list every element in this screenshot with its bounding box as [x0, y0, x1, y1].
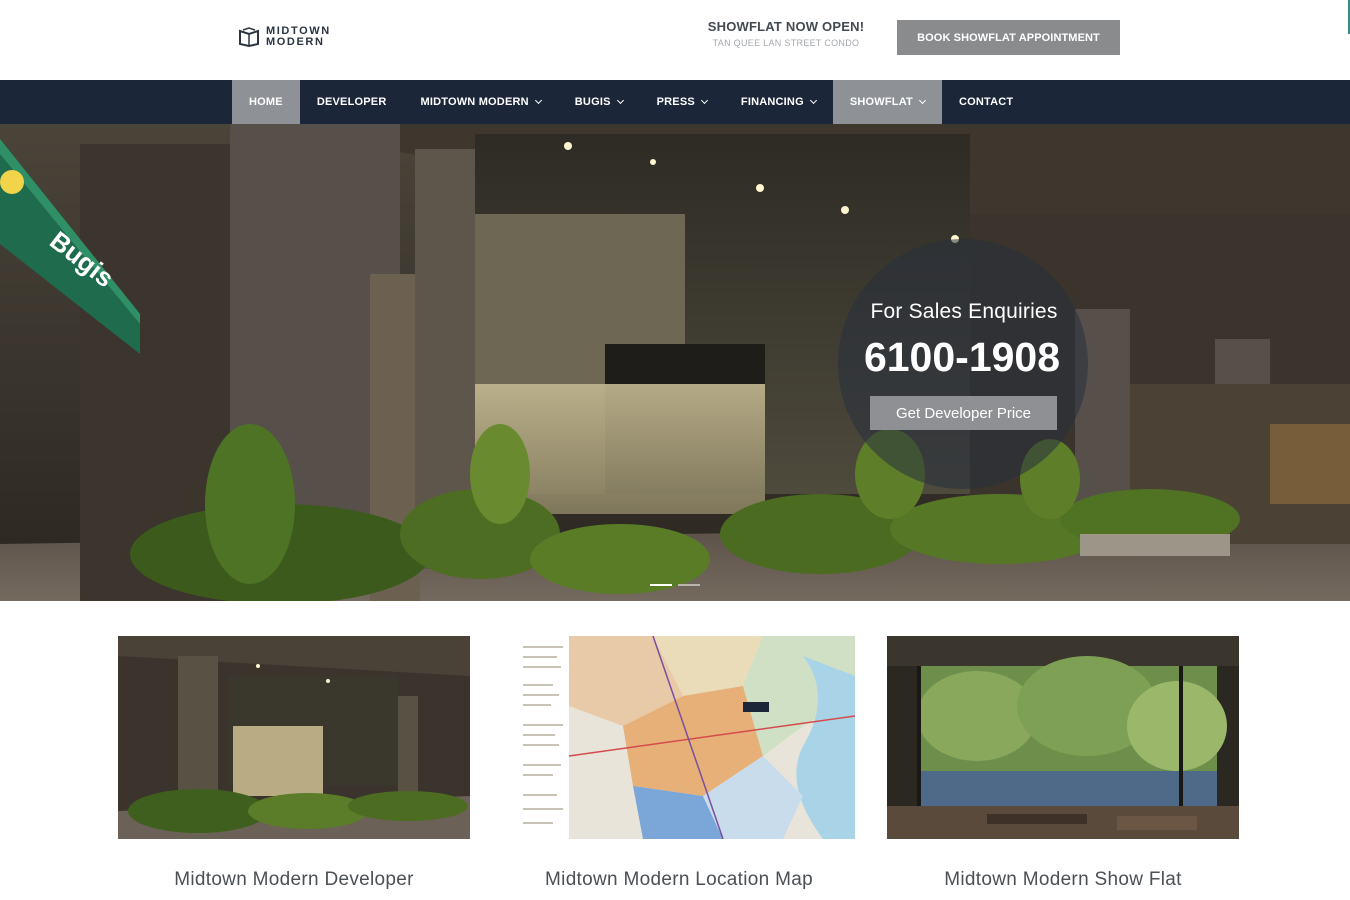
get-developer-price-button[interactable]: Get Developer Price: [870, 396, 1057, 430]
logo-icon: [239, 27, 259, 48]
nav-items: HOME DEVELOPER MIDTOWN MODERN BUGIS PRES…: [232, 80, 1030, 124]
nav-item-contact[interactable]: CONTACT: [942, 80, 1030, 124]
nav-item-home[interactable]: HOME: [232, 80, 300, 124]
showflat-notice: SHOWFLAT NOW OPEN! TAN QUEE LAN STREET C…: [700, 19, 872, 48]
nav-item-financing[interactable]: FINANCING: [724, 80, 833, 124]
nav-label: CONTACT: [958, 96, 1014, 108]
logo-text: MIDTOWN MODERN: [266, 26, 331, 48]
chevron-down-icon: [616, 96, 624, 105]
hero-slider: Bugis: [0, 124, 1350, 601]
logo-line-2: MODERN: [266, 36, 325, 48]
nav-label: SHOWFLAT: [849, 96, 913, 108]
nav-label: BUGIS: [574, 96, 611, 108]
chevron-down-icon: [700, 96, 708, 105]
card-image[interactable]: [503, 636, 855, 839]
card-caption-developer[interactable]: Midtown Modern Developer: [118, 869, 470, 891]
nav-item-developer[interactable]: DEVELOPER: [300, 80, 404, 124]
slider-dots: [650, 584, 700, 586]
card-image[interactable]: [118, 636, 470, 839]
nav-label: PRESS: [656, 96, 695, 108]
location-map-image: [503, 636, 855, 839]
card-caption-location-map[interactable]: Midtown Modern Location Map: [503, 869, 855, 891]
hero-image: Bugis: [0, 124, 1350, 601]
nav-item-bugis[interactable]: BUGIS: [558, 80, 640, 124]
showflat-title: SHOWFLAT NOW OPEN!: [707, 19, 865, 34]
slider-dot[interactable]: [678, 584, 700, 586]
slider-dot[interactable]: [650, 584, 672, 586]
enquiry-phone[interactable]: 6100-1908: [838, 334, 1086, 381]
chevron-down-icon: [809, 96, 817, 105]
nav-label: HOME: [249, 96, 283, 108]
chevron-down-icon: [918, 96, 926, 105]
nav-label: MIDTOWN MODERN: [420, 96, 529, 108]
nav-item-midtown-modern[interactable]: MIDTOWN MODERN: [403, 80, 557, 124]
developer-image: [118, 636, 470, 839]
showflat-subtitle: TAN QUEE LAN STREET CONDO: [712, 38, 860, 48]
show-flat-image: [887, 636, 1239, 839]
site-header: MIDTOWN MODERN SHOWFLAT NOW OPEN! TAN QU…: [0, 0, 1350, 78]
card-caption-show-flat[interactable]: Midtown Modern Show Flat: [887, 869, 1239, 891]
chevron-down-icon: [534, 96, 542, 105]
main-nav: HOME DEVELOPER MIDTOWN MODERN BUGIS PRES…: [0, 80, 1350, 124]
card-location-map[interactable]: [503, 636, 857, 839]
nav-item-press[interactable]: PRESS: [640, 80, 724, 124]
nav-item-showflat[interactable]: SHOWFLAT: [832, 80, 942, 124]
card-developer[interactable]: [118, 636, 472, 839]
nav-label: FINANCING: [740, 96, 804, 108]
nav-label: DEVELOPER: [316, 96, 387, 108]
enquiry-title: For Sales Enquiries: [870, 300, 1058, 323]
card-show-flat[interactable]: [887, 636, 1241, 839]
card-image[interactable]: [887, 636, 1239, 839]
book-showflat-button[interactable]: BOOK SHOWFLAT APPOINTMENT: [897, 20, 1120, 55]
site-logo[interactable]: MIDTOWN MODERN: [238, 24, 331, 50]
